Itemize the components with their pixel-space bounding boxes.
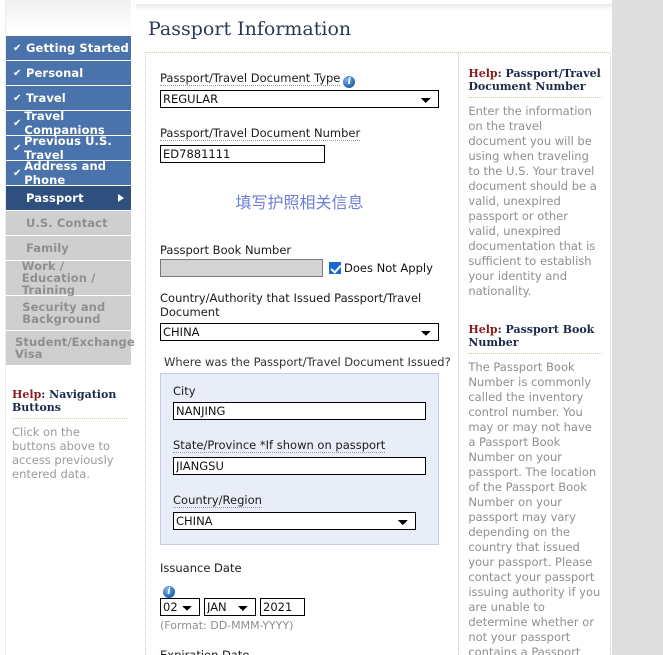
sidebar-item-us-contact[interactable]: U.S. Contact	[6, 211, 131, 235]
sidebar-item-label: Passport	[26, 191, 84, 205]
header-shadow	[136, 4, 612, 11]
help-body: Enter the information on the travel docu…	[468, 104, 597, 298]
sidebar-item-travel-companions[interactable]: ✔ Travel Companions	[6, 109, 131, 137]
check-icon: ✔	[13, 142, 22, 154]
issued-where-question: Where was the Passport/Travel Document I…	[164, 355, 451, 369]
sidebar-item-address-and-phone[interactable]: ✔ Address and Phone	[6, 159, 131, 187]
help-title: Help: Passport Book Number	[468, 323, 602, 354]
document-number-input[interactable]	[160, 145, 325, 163]
issuance-date-format-hint: (Format: DD-MMM-YYYY)	[160, 619, 294, 632]
issued-where-box: City State/Province *If shown on passpor…	[160, 373, 439, 545]
help-block-book-number: Help: Passport Book Number The Passport …	[468, 323, 602, 655]
field-issue-country: Country/Region CHINA	[173, 489, 426, 530]
chevron-right-icon	[118, 194, 124, 202]
issue-state-input[interactable]	[173, 457, 426, 475]
issue-country-select[interactable]: CHINA	[173, 512, 416, 530]
check-icon: ✔	[13, 117, 22, 129]
sidebar-item-previous-us-travel[interactable]: ✔ Previous U.S. Travel	[6, 134, 131, 162]
sidebar-item-label: Security and Background	[22, 300, 106, 326]
sidebar-item-security-and-background[interactable]: Security and Background	[6, 296, 131, 330]
field-issuance-date: Issuance Date i 02 JAN (Format: DD-MMM-YY…	[160, 561, 458, 632]
issue-city-input[interactable]	[173, 402, 426, 420]
book-number-input[interactable]	[160, 259, 323, 277]
issuing-country-label: Country/Authority that Issued Passport/T…	[160, 291, 422, 319]
help-column: Help: Passport/Travel Document Number En…	[458, 53, 610, 655]
sidebar-help-body: Click on the buttons above to access pre…	[12, 425, 114, 481]
does-not-apply-label: Does Not Apply	[344, 261, 433, 275]
field-book-number: Passport Book Number Does Not Apply	[160, 243, 458, 277]
help-word: Help	[468, 67, 498, 80]
does-not-apply-checkbox[interactable]	[329, 262, 341, 274]
field-expiration-date: Expiration Datei 01 JAN No Expiration (F…	[160, 648, 458, 655]
sidebar-item-label: Travel Companions	[24, 109, 105, 137]
help-word: Help	[468, 323, 498, 336]
issue-state-label: State/Province *If shown on passport	[173, 438, 386, 453]
check-icon: ✔	[13, 67, 22, 79]
field-document-type: Passport/Travel Document Type i REGULAR	[160, 67, 458, 108]
sidebar-item-student-exchange-visa[interactable]: Student/Exchange Visa	[6, 331, 135, 365]
issuance-day-select[interactable]: 02	[160, 598, 200, 616]
info-icon[interactable]: i	[163, 586, 175, 598]
sidebar-item-passport[interactable]: Passport	[6, 186, 131, 210]
sidebar-item-family[interactable]: Family	[6, 236, 131, 260]
help-block-document-number: Help: Passport/Travel Document Number En…	[468, 67, 602, 299]
form-column: Passport/Travel Document Type i REGULAR P…	[146, 53, 458, 655]
sidebar-item-label: Address and Phone	[24, 159, 107, 187]
sidebar-item-label: Getting Started	[26, 41, 129, 55]
field-issue-state: State/Province *If shown on passport	[173, 434, 426, 475]
sidebar-item-personal[interactable]: ✔ Personal	[6, 61, 131, 85]
form-area: Passport/Travel Document Type i REGULAR P…	[145, 52, 611, 655]
field-issuing-country: Country/Authority that Issued Passport/T…	[160, 291, 458, 341]
sidebar-item-label: Travel	[26, 91, 66, 105]
issuing-country-select[interactable]: CHINA	[160, 323, 439, 341]
issue-country-label: Country/Region	[173, 493, 262, 508]
help-word: Help	[12, 388, 42, 401]
sidebar-item-getting-started[interactable]: ✔ Getting Started	[6, 36, 131, 60]
field-document-number: Passport/Travel Document Number	[160, 122, 458, 163]
page-margin-right	[612, 0, 663, 655]
book-number-label: Passport Book Number	[160, 243, 292, 257]
document-type-label: Passport/Travel Document Type	[160, 71, 341, 86]
document-type-select[interactable]: REGULAR	[160, 90, 439, 108]
annotation-text: 填写护照相关信息	[235, 193, 364, 212]
issuance-year-input[interactable]	[260, 598, 305, 616]
sidebar-item-label: U.S. Contact	[26, 216, 108, 230]
main-content: Passport Information Passport/Travel Doc…	[145, 12, 611, 655]
issuance-month-select[interactable]: JAN	[204, 598, 256, 616]
sidebar-item-label: Personal	[26, 66, 84, 80]
sidebar-item-label: Family	[26, 241, 69, 255]
sidebar-item-work-education-training[interactable]: Work / Education / Training	[6, 259, 131, 297]
application-page: ✔ Getting Started ✔ Personal ✔ Travel ✔ …	[0, 0, 663, 655]
page-title: Passport Information	[148, 18, 352, 40]
sidebar-item-travel[interactable]: ✔ Travel	[6, 86, 131, 110]
sidebar-help-box: Help: Navigation Buttons Click on the bu…	[6, 388, 131, 487]
document-number-label: Passport/Travel Document Number	[160, 126, 361, 141]
sidebar-top-fade	[6, 0, 131, 36]
help-title: Help: Passport/Travel Document Number	[468, 67, 602, 98]
check-icon: ✔	[13, 92, 22, 104]
sidebar-item-label: Work / Education / Training	[21, 259, 96, 297]
info-icon[interactable]: i	[343, 76, 356, 88]
expiration-date-label: Expiration Date	[160, 648, 250, 655]
sidebar-item-label: Previous U.S. Travel	[23, 134, 112, 162]
sidebar-navigation: ✔ Getting Started ✔ Personal ✔ Travel ✔ …	[6, 0, 135, 366]
check-icon: ✔	[13, 42, 22, 54]
check-icon: ✔	[13, 167, 22, 179]
help-body: The Passport Book Number is commonly cal…	[468, 360, 601, 655]
issue-city-label: City	[173, 384, 196, 398]
issuance-date-label: Issuance Date	[160, 561, 242, 575]
sidebar-item-label: Student/Exchange Visa	[15, 335, 135, 361]
sidebar-help-title: Help: Navigation Buttons	[12, 388, 127, 419]
field-issue-city: City	[173, 384, 426, 420]
